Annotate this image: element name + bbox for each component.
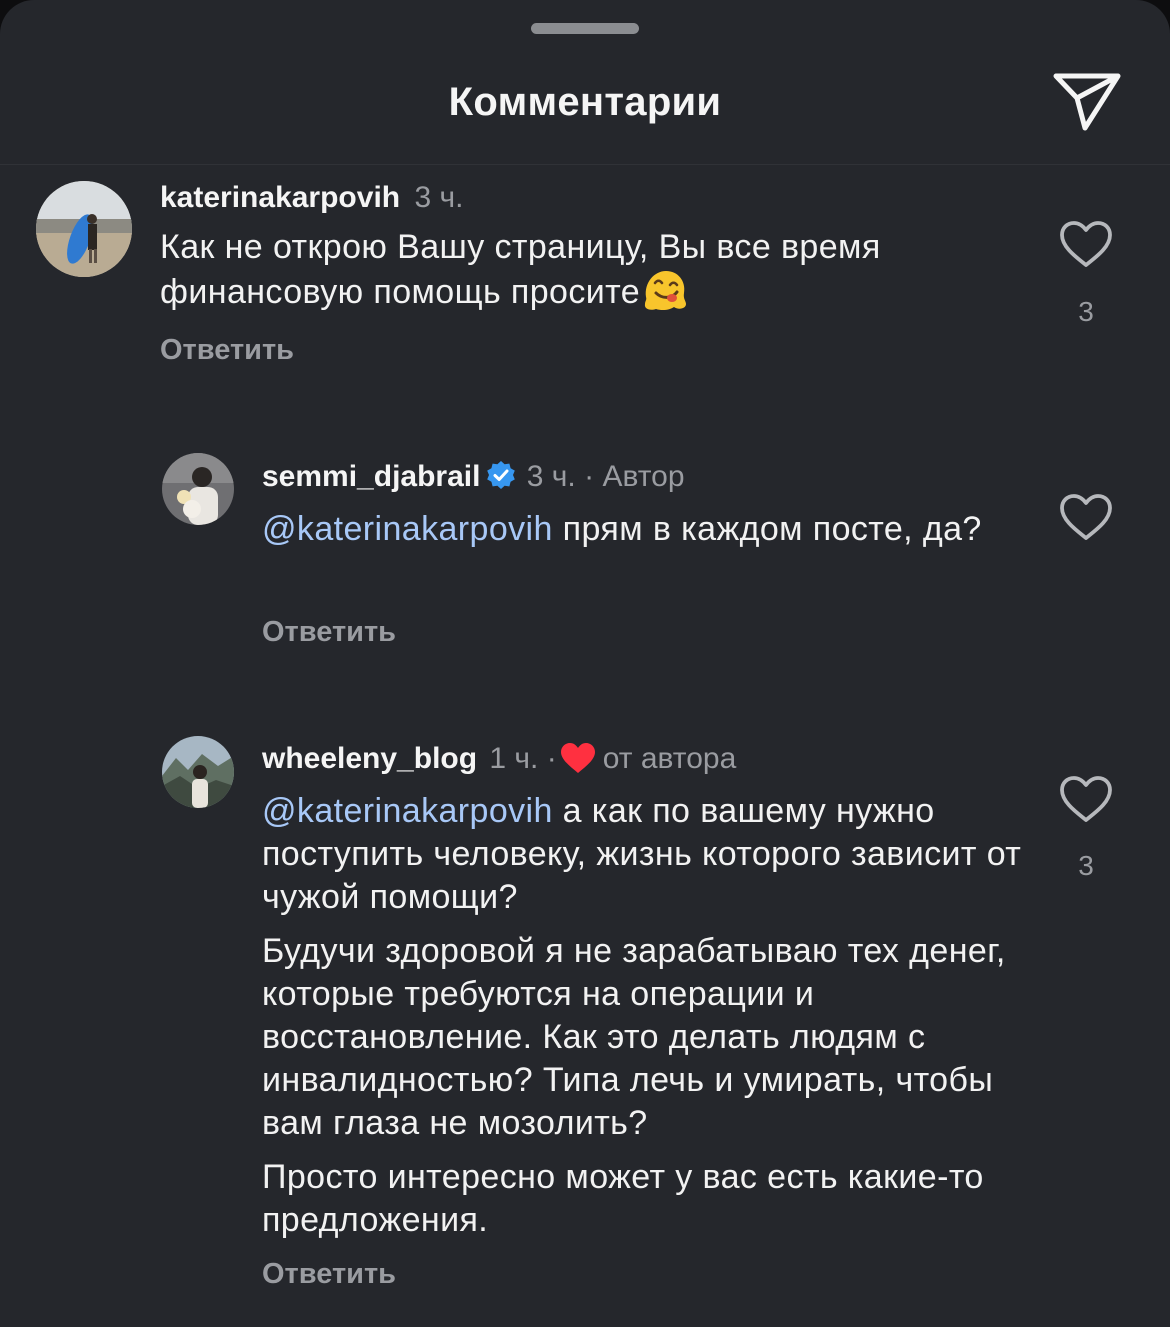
- like-count: 3: [1078, 296, 1094, 327]
- page-title: Комментарии: [448, 80, 722, 124]
- comment-meta: semmi_djabrail 3 ч. · Автор: [262, 459, 685, 499]
- comment-paragraph: Просто интересно может у вас есть какие-…: [262, 1158, 984, 1239]
- avatar[interactable]: [162, 453, 234, 525]
- comment-body: прям в каждом посте, да?: [552, 510, 982, 548]
- liked-by-author-label: от автора: [602, 742, 737, 775]
- verified-badge-icon: [486, 460, 516, 499]
- liked-heart-icon: [559, 741, 597, 784]
- like-count: 3: [1078, 850, 1094, 881]
- drag-handle[interactable]: [531, 23, 639, 34]
- separator-dot: ·: [546, 742, 557, 775]
- timestamp: 1 ч.: [489, 742, 539, 775]
- comment-meta: katerinakarpovih 3 ч.: [160, 180, 463, 216]
- timestamp: 3 ч.: [526, 460, 576, 493]
- avatar[interactable]: [162, 736, 234, 808]
- reply-button[interactable]: Ответить: [262, 1258, 396, 1291]
- heart-icon[interactable]: [1058, 492, 1114, 542]
- reply-button[interactable]: Ответить: [160, 334, 294, 367]
- send-icon[interactable]: [1050, 68, 1124, 134]
- timestamp: 3 ч.: [414, 181, 464, 214]
- separator-dot: ·: [584, 460, 595, 493]
- melting-face-icon: [642, 269, 688, 322]
- comment-text: @katerinakarpovih а как по вашему нужно …: [262, 790, 1022, 1253]
- comments-sheet: Комментарии katerinakarpovih 3 ч. Как не…: [0, 0, 1170, 1327]
- username[interactable]: katerinakarpovih: [160, 181, 400, 214]
- comment-text: @katerinakarpovih прям в каждом посте, д…: [262, 508, 1002, 551]
- comment-paragraph: Будучи здоровой я не зарабатываю тех ден…: [262, 932, 1006, 1142]
- author-label: Автор: [602, 460, 685, 493]
- comment-text: Как не открою Вашу страницу, Вы все врем…: [160, 226, 1010, 322]
- mention-link[interactable]: @katerinakarpovih: [262, 510, 553, 548]
- heart-icon[interactable]: [1058, 774, 1114, 824]
- mention-link[interactable]: @katerinakarpovih: [262, 792, 553, 830]
- username[interactable]: wheeleny_blog: [262, 742, 477, 775]
- avatar[interactable]: [36, 181, 132, 277]
- username[interactable]: semmi_djabrail: [262, 460, 480, 493]
- comment-body: Как не открою Вашу страницу, Вы все врем…: [160, 228, 881, 311]
- reply-button[interactable]: Ответить: [262, 616, 396, 649]
- comment-meta: wheeleny_blog 1 ч. · от автора: [262, 741, 736, 784]
- heart-icon[interactable]: [1058, 219, 1114, 269]
- header-divider: [0, 164, 1170, 165]
